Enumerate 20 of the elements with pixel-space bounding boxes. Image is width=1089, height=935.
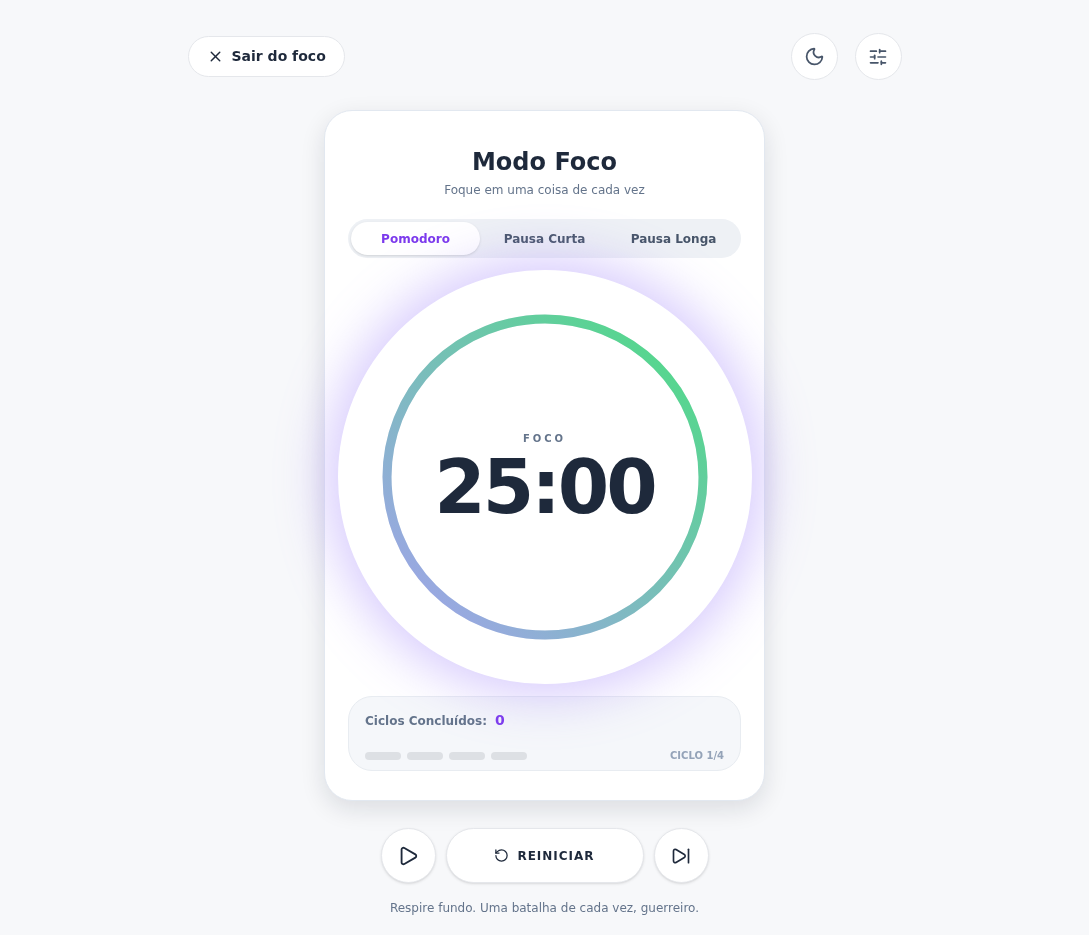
exit-focus-button[interactable]: Sair do foco: [187, 36, 345, 77]
reset-icon: [494, 848, 510, 863]
skip-button[interactable]: [653, 828, 709, 883]
cycles-count: 0: [494, 711, 505, 730]
reset-button[interactable]: REINICIAR: [445, 828, 644, 883]
card-subtitle: Foque em uma coisa de cada vez: [444, 182, 645, 199]
footer-message: Respire fundo. Uma batalha de cada vez, guerreiro.: [389, 900, 700, 917]
card-title: Modo Foco: [472, 147, 617, 177]
mode-tab[interactable]: Pomodoro: [351, 222, 480, 255]
timer-label: FOCO: [522, 431, 567, 446]
settings-button[interactable]: [854, 33, 902, 80]
cycles-label: Ciclos Concluídos:: [365, 712, 487, 730]
play-button[interactable]: [380, 828, 436, 883]
mode-tab[interactable]: Pausa Curta: [480, 222, 609, 255]
moon-icon: [803, 46, 825, 67]
cycle-indicator: CICLO 1/4: [670, 749, 724, 763]
timer-display: 25:00: [434, 449, 655, 524]
mode-tab[interactable]: Pausa Longa: [609, 222, 738, 255]
settings-icon: [868, 46, 888, 67]
theme-toggle-button[interactable]: [790, 33, 838, 80]
